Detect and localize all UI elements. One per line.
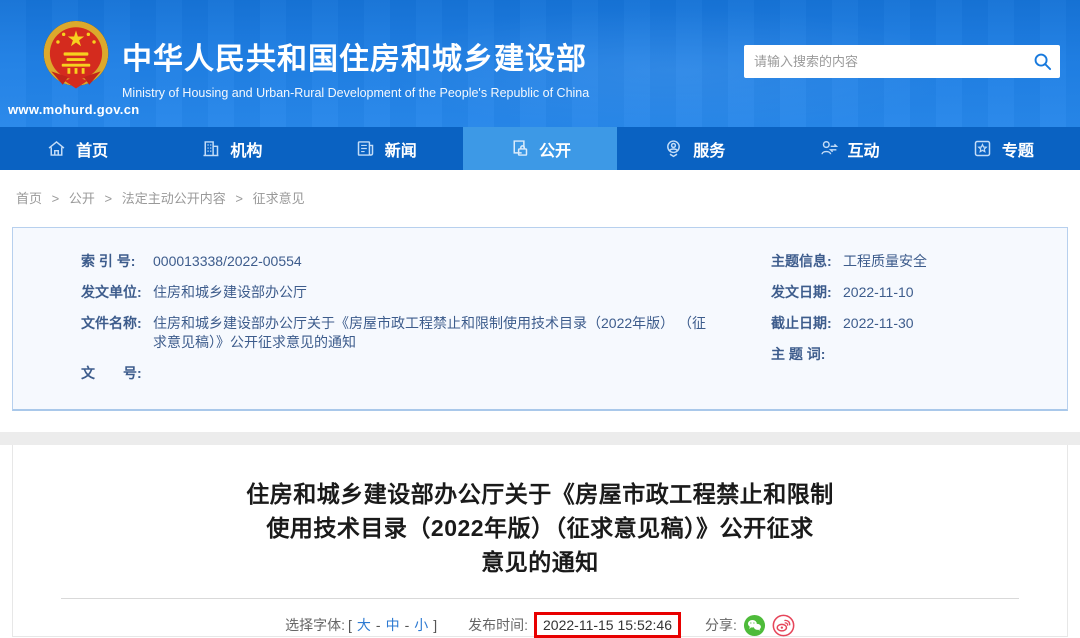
title-divider bbox=[61, 598, 1019, 599]
bracket-open: [ bbox=[348, 617, 352, 633]
info-value: 住房和城乡建设部办公厅关于《房屋市政工程禁止和限制使用技术目录（2022年版） … bbox=[153, 314, 713, 352]
interaction-icon bbox=[818, 138, 839, 159]
site-subtitle-en: Ministry of Housing and Urban-Rural Deve… bbox=[122, 86, 589, 100]
info-row-subject-info: 主题信息: 工程质量安全 bbox=[771, 252, 1067, 271]
article-card: 住房和城乡建设部办公厅关于《房屋市政工程禁止和限制 使用技术目录（2022年版）… bbox=[12, 445, 1068, 637]
info-right-column: 主题信息: 工程质量安全 发文日期: 2022-11-10 截止日期: 2022… bbox=[725, 252, 1067, 395]
nav-label: 公开 bbox=[539, 137, 571, 161]
font-size-large-button[interactable]: 大 bbox=[357, 615, 371, 635]
info-label: 主题信息: bbox=[771, 252, 839, 271]
breadcrumb: 首页 > 公开 > 法定主动公开内容 > 征求意见 bbox=[0, 170, 1080, 224]
article-title-line: 使用技术目录（2022年版）（征求意见稿）》公开征求 bbox=[13, 511, 1067, 545]
nav-item-disclosure[interactable]: 公开 bbox=[463, 127, 617, 170]
home-icon bbox=[46, 138, 67, 159]
nav-item-service[interactable]: 服务 bbox=[617, 127, 771, 170]
dash: - bbox=[376, 617, 381, 633]
article-meta-bar: 选择字体: [ 大 - 中 - 小 ] 发布时间: 2022-11-15 15:… bbox=[13, 612, 1067, 638]
nav-item-home[interactable]: 首页 bbox=[0, 127, 154, 170]
breadcrumb-separator: > bbox=[235, 191, 243, 206]
info-label: 主 题 词: bbox=[771, 345, 839, 364]
info-label: 截止日期: bbox=[771, 314, 839, 333]
nav-label: 机构 bbox=[230, 137, 262, 161]
info-value: 工程质量安全 bbox=[843, 252, 927, 271]
info-row-index-number: 索 引 号: 000013338/2022-00554 bbox=[81, 252, 725, 271]
site-header: www.mohurd.gov.cn 中华人民共和国住房和城乡建设部 Minist… bbox=[0, 0, 1080, 127]
search-box bbox=[744, 45, 1060, 78]
nav-label: 专题 bbox=[1002, 137, 1034, 161]
info-row-document-name: 文件名称: 住房和城乡建设部办公厅关于《房屋市政工程禁止和限制使用技术目录（20… bbox=[81, 314, 725, 352]
info-row-deadline-date: 截止日期: 2022-11-30 bbox=[771, 314, 1067, 333]
search-button[interactable] bbox=[1024, 45, 1060, 78]
info-value: 2022-11-30 bbox=[843, 314, 914, 333]
info-row-document-number: 文 号: bbox=[81, 364, 725, 383]
info-label: 文 号: bbox=[81, 364, 149, 383]
nav-label: 互动 bbox=[848, 137, 880, 161]
service-icon bbox=[663, 138, 684, 159]
site-title: 中华人民共和国住房和城乡建设部 bbox=[122, 34, 589, 78]
nav-label: 首页 bbox=[76, 137, 108, 161]
section-separator bbox=[0, 432, 1080, 445]
article-title: 住房和城乡建设部办公厅关于《房屋市政工程禁止和限制 使用技术目录（2022年版）… bbox=[13, 477, 1067, 579]
font-size-small-button[interactable]: 小 bbox=[414, 615, 428, 635]
info-row-issue-date: 发文日期: 2022-11-10 bbox=[771, 283, 1067, 302]
font-size-selector: 选择字体: [ 大 - 中 - 小 ] bbox=[285, 615, 440, 635]
nav-label: 新闻 bbox=[385, 137, 417, 161]
article-title-line: 意见的通知 bbox=[13, 545, 1067, 579]
nav-item-interaction[interactable]: 互动 bbox=[771, 127, 925, 170]
weibo-share-icon[interactable] bbox=[772, 614, 795, 637]
breadcrumb-separator: > bbox=[105, 191, 113, 206]
site-url: www.mohurd.gov.cn bbox=[8, 102, 158, 117]
info-label: 索 引 号: bbox=[81, 252, 149, 271]
share-label: 分享: bbox=[705, 615, 737, 635]
info-value: 2022-11-10 bbox=[843, 283, 914, 302]
main-nav: 首页 机构 新闻 公开 服务 bbox=[0, 127, 1080, 170]
nav-item-topics[interactable]: 专题 bbox=[926, 127, 1080, 170]
breadcrumb-home[interactable]: 首页 bbox=[16, 191, 42, 206]
nav-item-organization[interactable]: 机构 bbox=[154, 127, 308, 170]
info-row-keywords: 主 题 词: bbox=[771, 345, 1067, 364]
organization-icon bbox=[200, 138, 221, 159]
topics-icon bbox=[972, 138, 993, 159]
wechat-share-icon[interactable] bbox=[743, 614, 766, 637]
news-icon bbox=[355, 138, 376, 159]
breadcrumb-disclosure[interactable]: 公开 bbox=[69, 191, 95, 206]
info-label: 发文日期: bbox=[771, 283, 839, 302]
document-info-box: 索 引 号: 000013338/2022-00554 发文单位: 住房和城乡建… bbox=[12, 227, 1068, 411]
nav-item-news[interactable]: 新闻 bbox=[309, 127, 463, 170]
article-title-line: 住房和城乡建设部办公厅关于《房屋市政工程禁止和限制 bbox=[13, 477, 1067, 511]
national-emblem-icon bbox=[38, 18, 114, 102]
info-row-issuing-unit: 发文单位: 住房和城乡建设部办公厅 bbox=[81, 283, 725, 302]
info-value: 000013338/2022-00554 bbox=[153, 252, 302, 271]
publish-time-value: 2022-11-15 15:52:46 bbox=[534, 612, 681, 638]
search-icon bbox=[1033, 52, 1052, 71]
info-value: 住房和城乡建设部办公厅 bbox=[153, 283, 307, 302]
bracket-close: ] bbox=[433, 617, 437, 633]
share-group: 分享: bbox=[705, 614, 795, 637]
info-label: 发文单位: bbox=[81, 283, 149, 302]
breadcrumb-statutory-content[interactable]: 法定主动公开内容 bbox=[122, 191, 226, 206]
breadcrumb-solicit-opinions[interactable]: 征求意见 bbox=[253, 191, 305, 206]
nav-label: 服务 bbox=[693, 137, 725, 161]
disclosure-icon bbox=[509, 138, 530, 159]
info-left-column: 索 引 号: 000013338/2022-00554 发文单位: 住房和城乡建… bbox=[13, 252, 725, 395]
dash: - bbox=[405, 617, 410, 633]
publish-time-group: 发布时间: 2022-11-15 15:52:46 bbox=[468, 612, 681, 638]
search-input[interactable] bbox=[744, 54, 1024, 69]
font-select-label: 选择字体: bbox=[285, 615, 345, 635]
publish-time-label: 发布时间: bbox=[468, 615, 528, 635]
font-size-medium-button[interactable]: 中 bbox=[386, 615, 400, 635]
info-label: 文件名称: bbox=[81, 314, 149, 352]
breadcrumb-separator: > bbox=[52, 191, 60, 206]
